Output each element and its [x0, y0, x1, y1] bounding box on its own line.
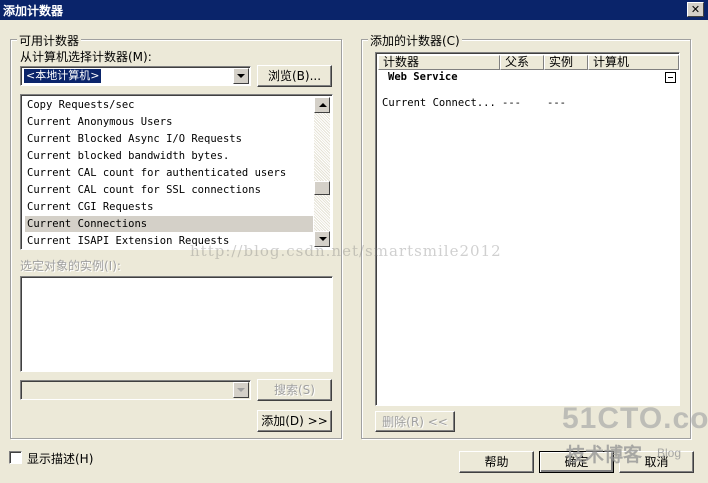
scroll-down-icon — [319, 237, 327, 241]
counter-listbox[interactable]: Copy Requests/sec Current Anonymous Users… — [20, 94, 333, 250]
counter-group-heading: Web Service — [388, 71, 458, 83]
added-counters-legend: 添加的计数器(C) — [368, 32, 462, 49]
instances-listbox[interactable] — [20, 276, 333, 372]
machine-combo-arrow[interactable] — [233, 68, 249, 84]
counter-list-scrollbar[interactable] — [314, 97, 330, 247]
added-counter-instance: --- — [547, 97, 566, 109]
instance-search-combo-arrow[interactable] — [233, 382, 249, 398]
machine-combo-value: <本地计算机> — [22, 68, 103, 84]
machine-combo[interactable]: <本地计算机> — [20, 66, 251, 86]
counter-list-item[interactable]: Copy Requests/sec — [25, 97, 134, 113]
column-instance[interactable]: 实例 — [544, 55, 588, 70]
browse-button[interactable]: 浏览(B)... — [257, 65, 332, 87]
scroll-down-button[interactable] — [314, 231, 330, 247]
counter-list-item[interactable]: Current CAL count for SSL connections — [25, 182, 261, 198]
counter-list-item[interactable]: Current ISAPI Extension Requests — [25, 233, 229, 249]
close-button[interactable]: ✕ — [687, 2, 704, 17]
close-icon: ✕ — [690, 3, 701, 16]
instance-search-combo[interactable] — [20, 380, 251, 400]
counter-list-item[interactable]: Current CAL count for authenticated user… — [25, 165, 286, 181]
chevron-down-icon — [237, 74, 245, 78]
added-counter-name[interactable]: Current Connect... — [382, 97, 496, 109]
help-button[interactable]: 帮助 — [459, 451, 534, 473]
cancel-button[interactable]: 取消 — [619, 451, 694, 473]
instances-label: 选定对象的实例(I): — [20, 259, 121, 273]
counter-list-item[interactable]: Current CGI Requests — [25, 199, 153, 215]
added-counter-parent: --- — [502, 97, 521, 109]
listview-header: 计数器 父系 实例 计算机 — [378, 55, 679, 70]
show-description-label[interactable]: 显示描述(H) — [27, 450, 93, 467]
window-title: 添加计数器 — [3, 4, 64, 18]
chevron-down-icon — [237, 388, 245, 392]
added-counters-listview[interactable]: 计数器 父系 实例 计算机 Web Service Current Connec… — [375, 52, 680, 406]
add-button[interactable]: 添加(D) >> — [257, 410, 332, 432]
scroll-up-icon — [319, 103, 327, 107]
search-button[interactable]: 搜索(S) — [257, 379, 332, 401]
counter-list-item[interactable]: Current Connections — [25, 216, 313, 232]
title-bar: 添加计数器 ✕ — [0, 0, 708, 20]
counter-list-item[interactable]: Current blocked bandwidth bytes. — [25, 148, 229, 164]
show-description-checkbox[interactable] — [9, 451, 22, 464]
counter-list-item[interactable]: Current Anonymous Users — [25, 114, 172, 130]
machine-select-label: 从计算机选择计数器(M): — [20, 50, 152, 64]
scroll-thumb[interactable] — [314, 181, 330, 195]
collapse-icon[interactable] — [665, 72, 676, 83]
column-counter[interactable]: 计数器 — [378, 55, 500, 70]
available-counters-legend: 可用计数器 — [17, 32, 82, 49]
counter-list-item[interactable]: Current Blocked Async I/O Requests — [25, 131, 242, 147]
column-parent[interactable]: 父系 — [500, 55, 544, 70]
column-computer[interactable]: 计算机 — [588, 55, 679, 70]
ok-button[interactable]: 确定 — [539, 451, 614, 473]
remove-button[interactable]: 删除(R) << — [375, 411, 455, 432]
scroll-up-button[interactable] — [314, 97, 330, 113]
